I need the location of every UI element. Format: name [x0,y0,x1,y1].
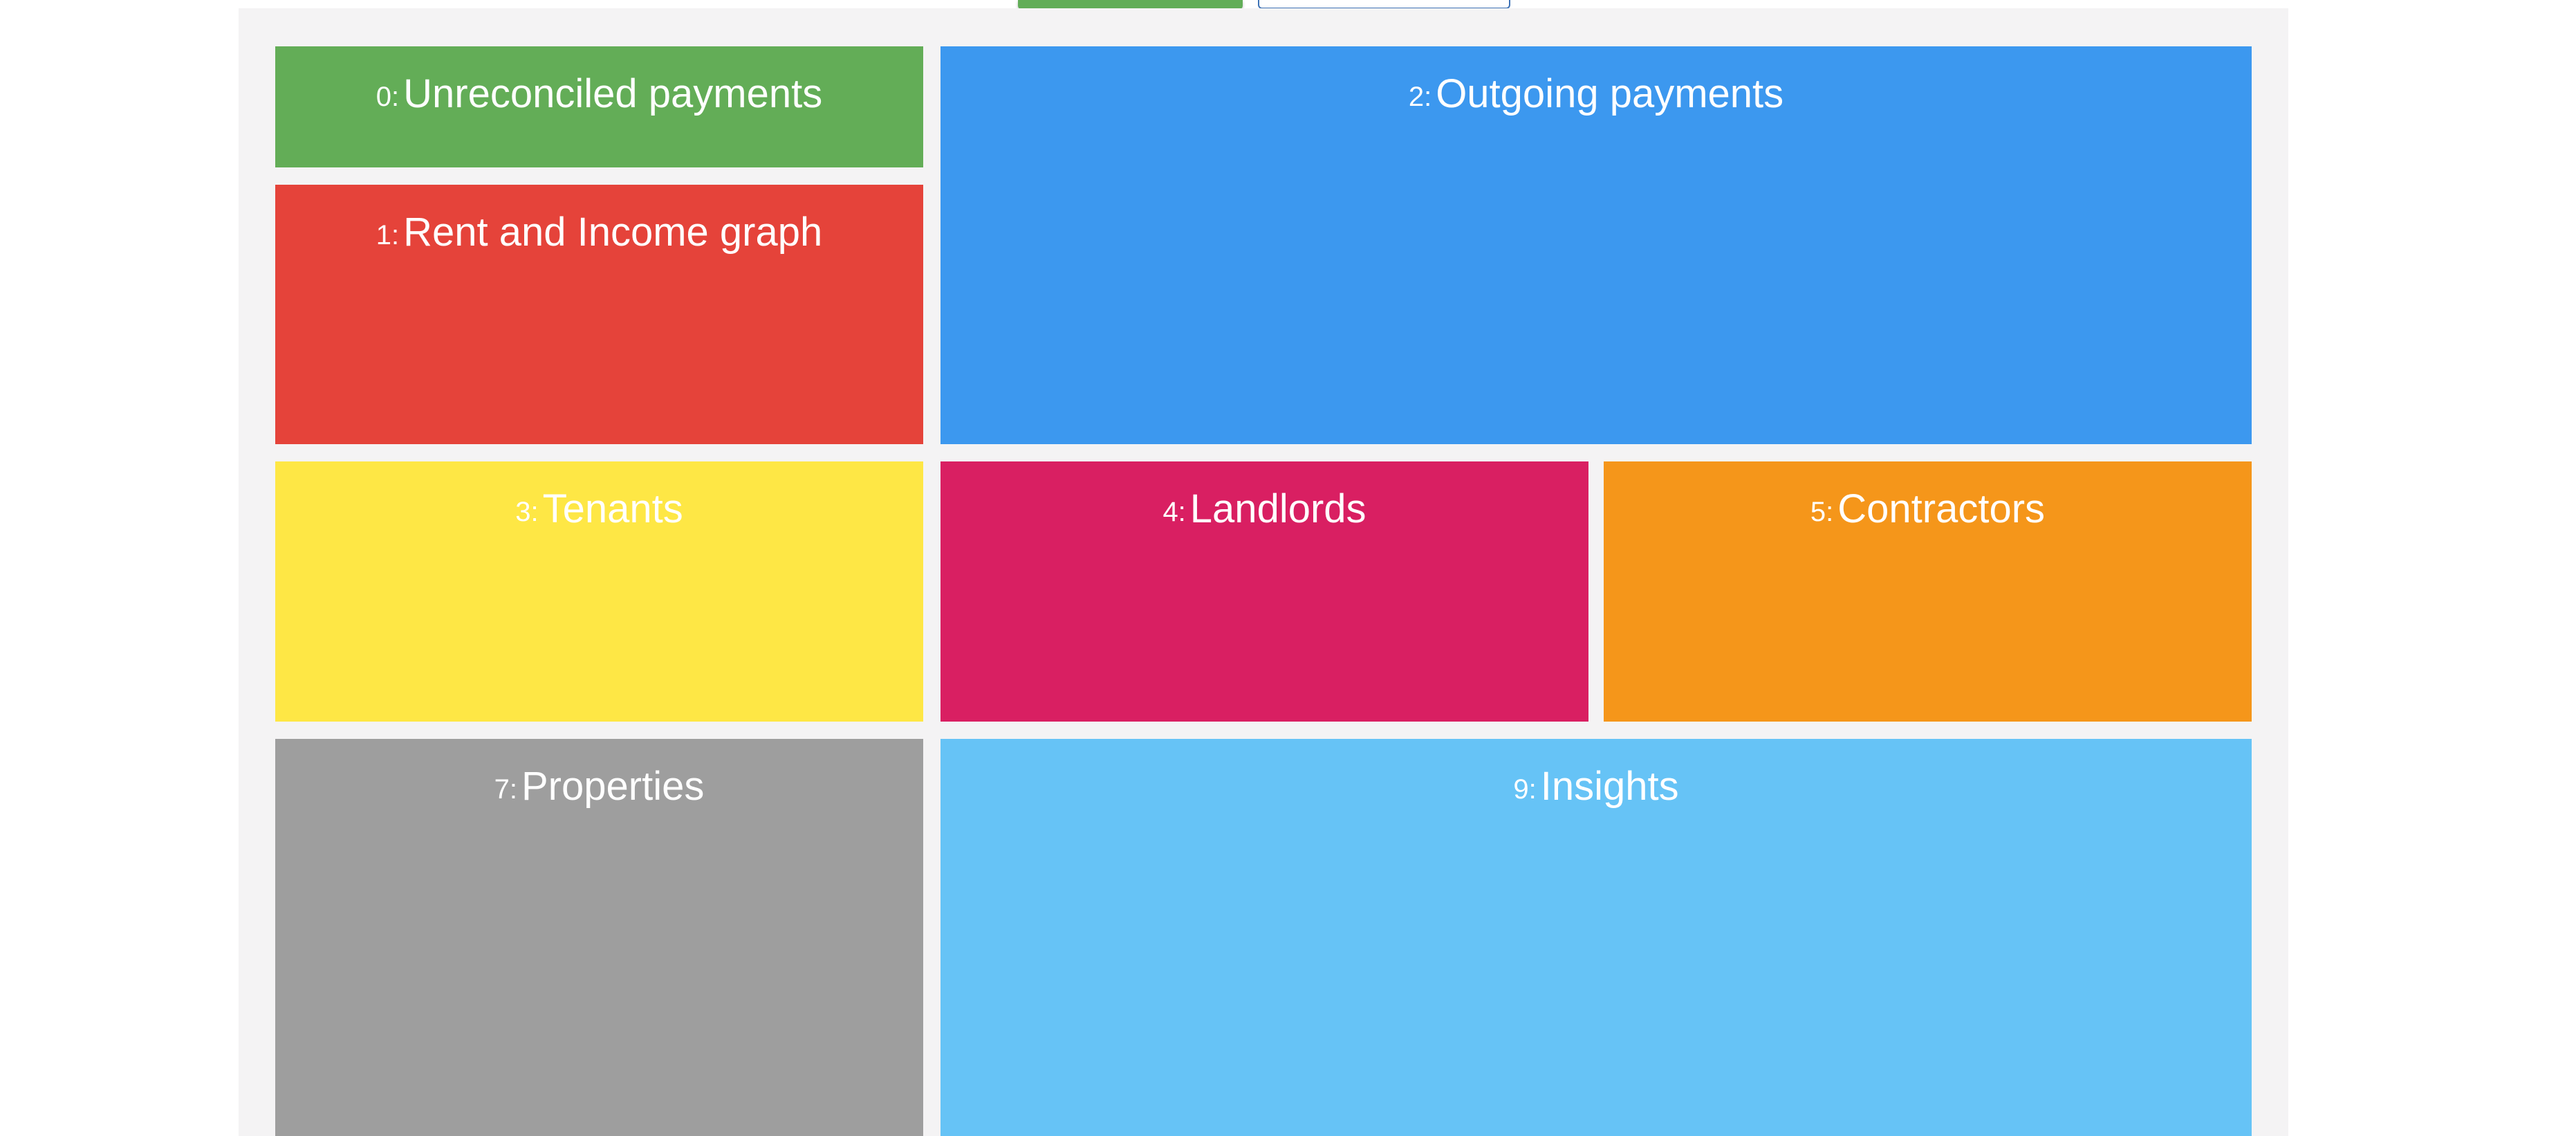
tile-title: 3: Tenants [275,485,923,536]
tile-rent-and-income-graph[interactable]: 1: Rent and Income graph [275,185,923,444]
tile-title: 7: Properties [275,762,923,814]
dashboard-board: 0: Unreconciled payments 1: Rent and Incom… [239,8,2288,1136]
tile-title: 9: Insights [940,762,2252,814]
tile-landlords[interactable]: 4: Landlords [940,461,1588,722]
tile-outgoing-payments[interactable]: 2: Outgoing payments [940,46,2252,444]
tile-properties[interactable]: 7: Properties [275,739,923,1136]
tile-title: 5: Contractors [1604,485,2252,536]
tile-title: 1: Rent and Income graph [275,208,923,259]
tile-index: 1: [376,220,400,250]
tile-index: 0: [376,82,400,112]
tile-title: 0: Unreconciled payments [275,70,923,121]
tile-index: 5: [1810,497,1834,527]
tile-index: 9: [1513,774,1537,805]
tile-label: Outgoing payments [1436,71,1784,116]
tile-label: Properties [521,764,705,809]
tile-title: 2: Outgoing payments [940,70,2252,121]
tile-index: 7: [494,774,517,805]
tile-index: 2: [1408,82,1432,112]
tile-label: Rent and Income graph [403,210,823,255]
tile-label: Contractors [1837,486,2046,531]
tile-insights[interactable]: 9: Insights [940,739,2252,1136]
tile-title: 4: Landlords [940,485,1588,536]
tile-label: Landlords [1189,486,1366,531]
tile-tenants[interactable]: 3: Tenants [275,461,923,722]
tile-label: Insights [1540,764,1679,809]
tile-label: Tenants [542,486,683,531]
tile-index: 4: [1162,497,1186,527]
tile-index: 3: [515,497,539,527]
tile-unreconciled-payments[interactable]: 0: Unreconciled payments [275,46,923,167]
tile-contractors[interactable]: 5: Contractors [1604,461,2252,722]
tile-label: Unreconciled payments [403,71,823,116]
